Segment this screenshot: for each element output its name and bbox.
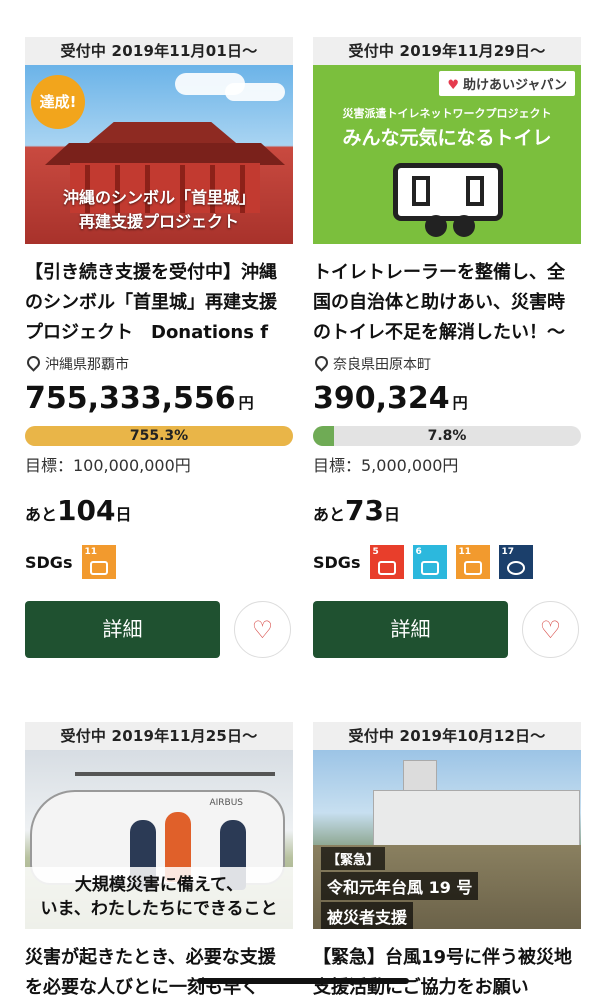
goal-amount: 目標：5,000,000円 bbox=[313, 456, 459, 475]
days-remaining: あと73日 bbox=[313, 494, 400, 527]
project-title[interactable]: 災害が起きたとき、必要な支援を必要な人びとに一刻も早く bbox=[25, 943, 293, 1003]
project-title[interactable]: トイレトレーラーを整備し、全国の自治体と助けあい、災害時のトイレ不足を解消したい… bbox=[313, 258, 581, 348]
detail-button[interactable]: 詳細 bbox=[25, 601, 220, 658]
heart-outline-icon: ♡ bbox=[539, 615, 562, 644]
map-pin-icon bbox=[312, 353, 331, 372]
toilet-trailer-illustration bbox=[393, 163, 503, 221]
raised-amount: 755,333,556 円 bbox=[25, 381, 254, 416]
heart-icon: ♥ bbox=[447, 78, 459, 93]
reception-date: 受付中 2019年10月12日〜 bbox=[313, 722, 581, 750]
project-location: 沖縄県那覇市 bbox=[24, 353, 293, 376]
sdgs-row: SDGs 5 6 11 17 bbox=[313, 545, 581, 579]
project-banner-image[interactable]: 達成! 沖縄のシンボル「首里城」 再建支援プロジェクト bbox=[25, 65, 293, 244]
project-banner-image[interactable]: 【緊急】 令和元年台風 19 号 被災者支援 bbox=[313, 750, 581, 929]
project-title[interactable]: 【引き続き支援を受付中】沖縄のシンボル「首里城」再建支援プロジェクト Donat… bbox=[25, 258, 293, 348]
sdgs-row: SDGs 11 bbox=[25, 545, 293, 579]
progress-bar: 755.3% bbox=[25, 426, 293, 446]
sdg-6-icon: 6 bbox=[413, 545, 448, 579]
sdg-11-icon: 11 bbox=[456, 545, 491, 579]
project-banner-image[interactable]: ♥ 助けあいジャパン 災害派遣トイレネットワークプロジェクト みんな元気になるトイ… bbox=[313, 65, 581, 244]
reception-date: 受付中 2019年11月25日〜 bbox=[25, 722, 293, 750]
goal-amount: 目標：100,000,000円 bbox=[25, 456, 191, 475]
sdg-11-icon: 11 bbox=[82, 545, 117, 579]
banner-caption: 沖縄のシンボル「首里城」 再建支援プロジェクト bbox=[62, 188, 255, 231]
progress-label: 755.3% bbox=[129, 428, 189, 444]
days-remaining: あと104日 bbox=[25, 494, 132, 527]
project-title[interactable]: 【緊急】台風19号に伴う被災地支援活動にご協力をお願い bbox=[313, 943, 581, 1003]
sdg-17-icon: 17 bbox=[499, 545, 534, 579]
map-pin-icon bbox=[24, 353, 43, 372]
banner-title: みんな元気になるトイレ bbox=[342, 127, 552, 149]
project-card[interactable]: 受付中 2019年11月29日〜 ♥ 助けあいジャパン 災害派遣トイレネットワーク… bbox=[312, 37, 581, 658]
reception-date: 受付中 2019年11月01日〜 bbox=[25, 37, 293, 65]
heart-outline-icon: ♡ bbox=[251, 615, 274, 644]
progress-label: 7.8% bbox=[427, 428, 467, 444]
favorite-button[interactable]: ♡ bbox=[234, 601, 291, 658]
home-indicator[interactable] bbox=[197, 978, 409, 984]
reception-date: 受付中 2019年11月29日〜 bbox=[313, 37, 581, 65]
project-banner-image[interactable]: AIRBUS 大規模災害に備えて、 いま、わたしたちにできること bbox=[25, 750, 293, 929]
project-card[interactable]: 受付中 2019年11月01日〜 達成! 沖縄のシンボル「首里城」 再建支援プロ… bbox=[24, 37, 293, 658]
banner-tag: ♥ 助けあいジャパン bbox=[439, 71, 575, 96]
project-card[interactable]: 受付中 2019年10月12日〜 【緊急】 令和元年台風 19 号 被災者支援 … bbox=[313, 722, 581, 1003]
banner-subtitle: 災害派遣トイレネットワークプロジェクト bbox=[342, 107, 552, 120]
banner-caption: 【緊急】 令和元年台風 19 号 被災者支援 bbox=[321, 847, 479, 929]
project-location: 奈良県田原本町 bbox=[312, 353, 581, 376]
favorite-button[interactable]: ♡ bbox=[522, 601, 579, 658]
sdg-5-icon: 5 bbox=[370, 545, 405, 579]
detail-button[interactable]: 詳細 bbox=[313, 601, 508, 658]
raised-amount: 390,324 円 bbox=[313, 381, 468, 416]
banner-caption: 大規模災害に備えて、 いま、わたしたちにできること bbox=[25, 867, 293, 929]
progress-bar: 7.8% bbox=[313, 426, 581, 446]
project-card[interactable]: 受付中 2019年11月25日〜 AIRBUS 大規模災害に備えて、 いま、わた… bbox=[25, 722, 293, 1003]
achieved-badge: 達成! bbox=[31, 75, 85, 129]
